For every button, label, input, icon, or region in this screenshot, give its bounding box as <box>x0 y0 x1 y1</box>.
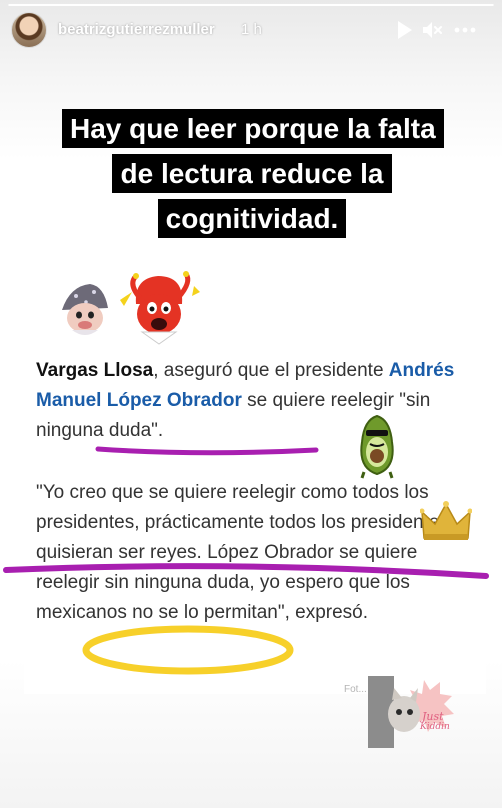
just-kiddin-sticker[interactable]: Just Kiddin <box>366 674 462 748</box>
article-paragraph-1: Vargas Llosa, aseguró que el presidente … <box>36 356 476 446</box>
headline-text-box: Hay que leer porque la falta de lectura … <box>62 106 444 241</box>
headline: Hay que leer porque la falta de lectura … <box>62 109 444 238</box>
more-icon[interactable] <box>453 18 477 42</box>
article-screenshot: Vargas Llosa, aseguró que el presidente … <box>24 348 486 695</box>
avocado-icon[interactable] <box>356 412 398 480</box>
wizard-icon[interactable] <box>56 280 114 340</box>
article-text: , aseguró que el presidente <box>153 360 389 381</box>
play-icon[interactable] <box>392 18 416 42</box>
story-header: beatrizgutierrezmuller 1 h <box>0 0 502 60</box>
username[interactable]: beatrizgutierrezmuller <box>58 21 215 38</box>
avatar[interactable] <box>11 12 47 48</box>
cat-icon <box>368 676 454 748</box>
mute-icon[interactable] <box>420 18 444 42</box>
timestamp: 1 h <box>241 21 262 38</box>
article-name: Vargas Llosa <box>36 360 154 381</box>
jester-icon[interactable] <box>114 270 204 348</box>
article-paragraph-2: "Yo creo que se quiere reelegir como tod… <box>36 482 449 623</box>
crown-icon[interactable] <box>420 500 472 544</box>
story-view: beatrizgutierrezmuller 1 h Hay que leer … <box>0 0 502 808</box>
kiddin-label-2: Kiddin <box>420 722 450 732</box>
